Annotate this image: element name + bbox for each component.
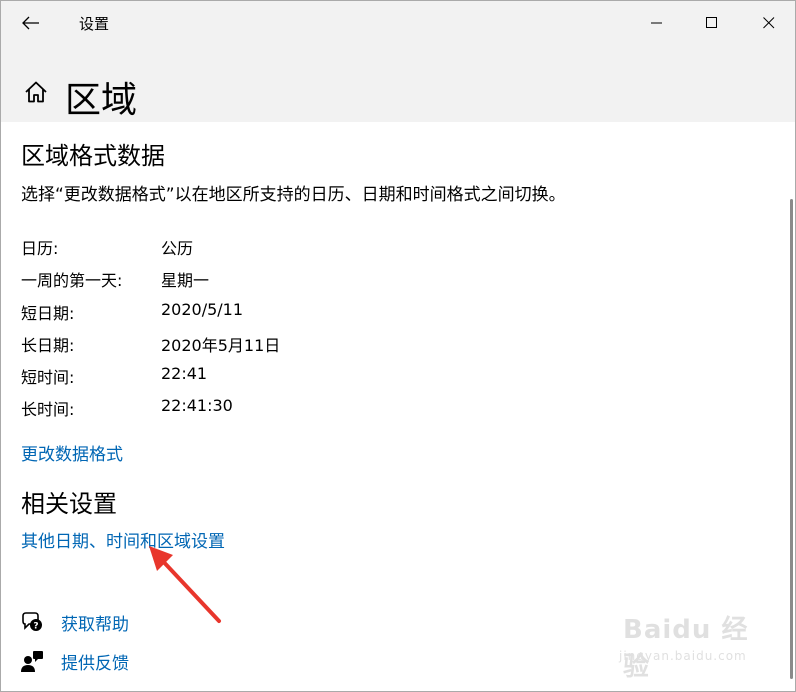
minimize-icon bbox=[651, 22, 662, 24]
get-help-row[interactable]: ? 获取帮助 bbox=[19, 609, 129, 635]
short-time-label: 短时间: bbox=[21, 368, 75, 387]
long-time-label: 长时间: bbox=[21, 400, 75, 419]
short-date-label: 短日期: bbox=[21, 304, 75, 323]
page-header: 区域 bbox=[1, 45, 795, 122]
long-date-value: 2020年5月11日 bbox=[161, 336, 281, 355]
home-button[interactable] bbox=[23, 79, 49, 105]
change-data-format-link[interactable]: 更改数据格式 bbox=[21, 440, 123, 465]
feedback-link[interactable]: 提供反馈 bbox=[61, 649, 129, 674]
app-title: 设置 bbox=[79, 15, 110, 33]
related-settings-heading: 相关设置 bbox=[21, 490, 117, 518]
watermark-brand: Baidu 经验 bbox=[623, 615, 749, 682]
home-icon bbox=[25, 81, 47, 103]
calendar-label: 日历: bbox=[21, 239, 59, 258]
help-chat-icon: ? bbox=[19, 609, 45, 635]
baidu-watermark: Baidu 经验 jingyan.baidu.com bbox=[601, 601, 761, 682]
scrollbar[interactable] bbox=[790, 199, 793, 679]
watermark-url: jingyan.baidu.com bbox=[619, 649, 747, 663]
get-help-link[interactable]: 获取帮助 bbox=[61, 610, 129, 635]
short-time-value: 22:41 bbox=[161, 364, 208, 383]
feedback-row[interactable]: 提供反馈 bbox=[19, 648, 129, 674]
feedback-person-icon bbox=[19, 648, 45, 674]
region-format-heading: 区域格式数据 bbox=[21, 142, 165, 170]
long-time-value: 22:41:30 bbox=[161, 396, 233, 415]
minimize-button[interactable] bbox=[627, 1, 687, 45]
page-title: 区域 bbox=[65, 80, 138, 121]
back-button[interactable] bbox=[1, 1, 61, 45]
back-arrow-icon bbox=[22, 16, 39, 30]
calendar-value: 公历 bbox=[161, 239, 194, 258]
maximize-button[interactable] bbox=[682, 1, 742, 45]
annotation-arrow-icon bbox=[149, 546, 221, 623]
close-button[interactable] bbox=[739, 1, 795, 45]
close-icon bbox=[763, 17, 775, 29]
region-format-description: 选择“更改数据格式”以在地区所支持的日历、日期和时间格式之间切换。 bbox=[21, 185, 566, 205]
long-date-label: 长日期: bbox=[21, 336, 75, 355]
first-day-value: 星期一 bbox=[161, 271, 210, 290]
settings-window: 设置 区域 区域格式数据 选择“更改数据格式”以在地区所支持的日历、日期和时间格… bbox=[0, 0, 796, 692]
title-bar: 设置 bbox=[1, 1, 795, 45]
maximize-icon bbox=[706, 17, 717, 28]
svg-text:?: ? bbox=[33, 622, 38, 632]
first-day-label: 一周的第一天: bbox=[21, 271, 123, 290]
short-date-value: 2020/5/11 bbox=[161, 300, 244, 319]
